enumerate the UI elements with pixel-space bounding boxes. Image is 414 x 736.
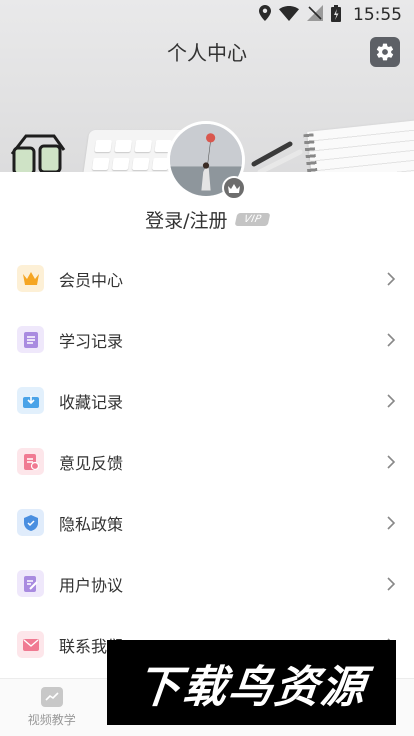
gear-icon xyxy=(376,43,394,61)
status-bar: 15:55 xyxy=(0,0,414,30)
login-row: 登录/注册 VIP xyxy=(0,204,414,234)
feedback-doc-icon xyxy=(17,448,44,475)
menu-item-feedback[interactable]: 意见反馈 xyxy=(0,431,414,492)
tab-video-tutorial[interactable]: 视频教学 xyxy=(12,687,92,728)
settings-button[interactable] xyxy=(370,37,400,67)
crown-icon xyxy=(228,183,240,193)
watermark-text: 下载鸟资源 xyxy=(133,661,369,713)
menu-item-favorites[interactable]: 收藏记录 xyxy=(0,370,414,431)
settings-menu: 会员中心 学习记录 收藏记录 意见反馈 隐私政策 用户协议 联系我们 xyxy=(0,248,414,675)
menu-item-label: 会员中心 xyxy=(59,270,124,290)
status-time: 15:55 xyxy=(353,5,402,25)
title-bar: 个人中心 xyxy=(0,33,414,69)
pens-illustration xyxy=(251,141,303,172)
page-title: 个人中心 xyxy=(167,40,247,65)
edit-doc-icon xyxy=(17,570,44,597)
menu-item-user-agreement[interactable]: 用户协议 xyxy=(0,553,414,614)
menu-item-label: 学习记录 xyxy=(59,331,124,351)
menu-item-member-center[interactable]: 会员中心 xyxy=(0,248,414,309)
vip-badge: VIP xyxy=(234,212,271,226)
menu-item-label: 用户协议 xyxy=(59,575,124,595)
chevron-right-icon xyxy=(387,271,396,286)
watermark-overlay: 下载鸟资源 xyxy=(107,640,396,725)
location-icon xyxy=(259,5,271,25)
chevron-right-icon xyxy=(387,393,396,408)
notebook-icon xyxy=(17,326,44,353)
vip-crown-badge xyxy=(222,176,246,200)
mail-icon xyxy=(17,631,44,658)
menu-item-study-record[interactable]: 学习记录 xyxy=(0,309,414,370)
chevron-right-icon xyxy=(387,515,396,530)
menu-item-label: 隐私政策 xyxy=(59,514,124,534)
menu-item-privacy-policy[interactable]: 隐私政策 xyxy=(0,492,414,553)
chevron-right-icon xyxy=(387,576,396,591)
menu-item-label: 收藏记录 xyxy=(59,392,124,412)
glasses-illustration xyxy=(10,134,66,172)
chevron-right-icon xyxy=(387,332,396,347)
menu-item-label: 意见反馈 xyxy=(59,453,124,473)
wifi-icon xyxy=(279,5,299,25)
no-signal-icon xyxy=(307,5,323,25)
battery-icon xyxy=(331,4,341,26)
chevron-right-icon xyxy=(387,454,396,469)
download-box-icon xyxy=(17,387,44,414)
chart-icon xyxy=(40,687,63,707)
notebook-illustration xyxy=(303,120,414,172)
shield-icon xyxy=(17,509,44,536)
crown-icon xyxy=(17,265,44,292)
login-register-link[interactable]: 登录/注册 xyxy=(145,206,227,233)
tab-label: 视频教学 xyxy=(27,713,76,727)
